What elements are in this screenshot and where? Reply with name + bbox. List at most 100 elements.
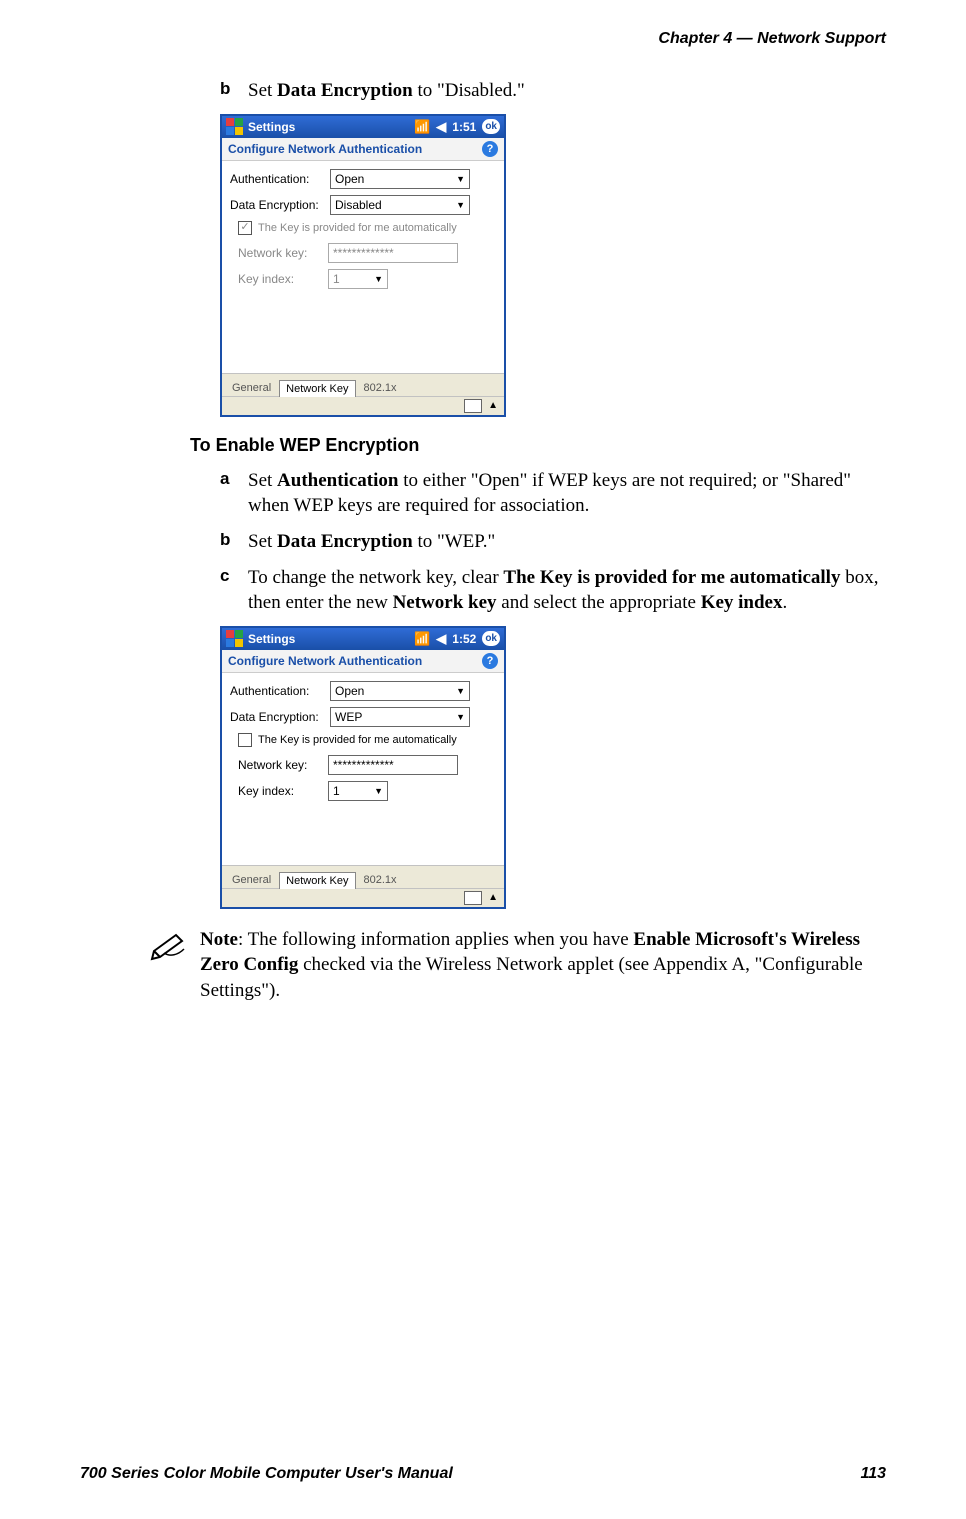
network-key-input[interactable]: ************* (328, 243, 458, 263)
screenshot-wep-encryption: Settings 📶 ◀ 1:52 ok Configure Network A… (220, 626, 506, 909)
keyboard-icon[interactable] (464, 891, 482, 905)
t: Set (248, 470, 277, 491)
screenshot-disabled-encryption: Settings 📶 ◀ 1:51 ok Configure Network A… (220, 114, 506, 417)
encryption-combo[interactable]: WEP ▼ (330, 707, 470, 727)
task-footer: ▲ (222, 396, 504, 415)
encryption-combo[interactable]: Disabled ▼ (330, 195, 470, 215)
key-index-combo[interactable]: 1▼ (328, 269, 388, 289)
auto-key-label: The Key is provided for me automatically (258, 222, 457, 234)
ok-button[interactable]: ok (482, 119, 500, 134)
authentication-label: Authentication: (230, 684, 330, 698)
help-icon[interactable]: ? (482, 653, 498, 669)
dialog-title: Configure Network Authentication ? (222, 138, 504, 161)
step-c: c To change the network key, clear The K… (220, 565, 886, 616)
chevron-down-icon: ▼ (456, 200, 465, 210)
tab-general[interactable]: General (226, 380, 277, 396)
auto-key-checkbox[interactable] (238, 221, 252, 235)
tab-8021x[interactable]: 802.1x (358, 872, 403, 888)
combo-value: Disabled (335, 198, 382, 212)
combo-value: 1 (333, 272, 340, 286)
window-title: Settings (248, 632, 414, 646)
step-marker: b (220, 78, 248, 104)
step-marker: a (220, 468, 248, 519)
tab-bar: General Network Key 802.1x (222, 373, 504, 396)
signal-icon: 📶 (414, 119, 430, 135)
step-text: Set Authentication to either "Open" if W… (248, 468, 886, 519)
chevron-down-icon: ▼ (374, 786, 383, 796)
network-key-label: Network key: (230, 758, 328, 772)
keyboard-icon[interactable] (464, 399, 482, 413)
t: to "Disabled." (413, 80, 525, 101)
step-text: To change the network key, clear The Key… (248, 565, 886, 616)
chevron-down-icon: ▼ (456, 686, 465, 696)
dialog-title-text: Configure Network Authentication (228, 654, 422, 668)
clock: 1:52 (452, 632, 476, 646)
key-index-label: Key index: (230, 272, 328, 286)
t: : The following information applies when… (238, 929, 633, 950)
help-icon[interactable]: ? (482, 141, 498, 157)
windows-flag-icon (226, 630, 244, 648)
b: Data Encryption (277, 80, 413, 101)
step-a: a Set Authentication to either "Open" if… (220, 468, 886, 519)
authentication-label: Authentication: (230, 172, 330, 186)
window-title: Settings (248, 120, 414, 134)
b: Note (200, 929, 238, 950)
authentication-combo[interactable]: Open ▼ (330, 169, 470, 189)
section-heading: To Enable WEP Encryption (190, 435, 886, 456)
t: checked via the Wireless Network applet … (200, 954, 863, 1001)
b: Key index (701, 592, 783, 613)
note-block: Note: The following information applies … (150, 927, 886, 1004)
t: Set (248, 531, 277, 552)
t: To change the network key, clear (248, 567, 503, 588)
chevron-down-icon: ▼ (456, 712, 465, 722)
t: . (783, 592, 788, 613)
chevron-down-icon: ▼ (374, 274, 383, 284)
tab-network-key[interactable]: Network Key (279, 380, 355, 397)
encryption-label: Data Encryption: (230, 710, 330, 724)
encryption-label: Data Encryption: (230, 198, 330, 212)
combo-value: WEP (335, 710, 362, 724)
windows-flag-icon (226, 118, 244, 136)
step-marker: c (220, 565, 248, 616)
combo-value: Open (335, 684, 364, 698)
b: Authentication (277, 470, 398, 491)
t: to "WEP." (413, 531, 496, 552)
b: Data Encryption (277, 531, 413, 552)
sip-up-icon[interactable]: ▲ (488, 892, 498, 903)
combo-value: 1 (333, 784, 340, 798)
tab-8021x[interactable]: 802.1x (358, 380, 403, 396)
note-icon (150, 927, 200, 1004)
speaker-icon: ◀ (436, 119, 446, 135)
ok-button[interactable]: ok (482, 631, 500, 646)
task-footer: ▲ (222, 888, 504, 907)
chevron-down-icon: ▼ (456, 174, 465, 184)
tab-bar: General Network Key 802.1x (222, 865, 504, 888)
network-key-input[interactable]: ************* (328, 755, 458, 775)
signal-icon: 📶 (414, 631, 430, 647)
window-titlebar: Settings 📶 ◀ 1:51 ok (222, 116, 504, 138)
network-key-label: Network key: (230, 246, 328, 260)
key-index-combo[interactable]: 1▼ (328, 781, 388, 801)
page-footer: 700 Series Color Mobile Computer User's … (80, 1465, 886, 1483)
key-index-label: Key index: (230, 784, 328, 798)
combo-value: Open (335, 172, 364, 186)
t: Set (248, 80, 277, 101)
dialog-title-text: Configure Network Authentication (228, 142, 422, 156)
tab-general[interactable]: General (226, 872, 277, 888)
step-b-top: b Set Data Encryption to "Disabled." (220, 78, 886, 104)
sip-up-icon[interactable]: ▲ (488, 400, 498, 411)
step-marker: b (220, 529, 248, 555)
step-b: b Set Data Encryption to "WEP." (220, 529, 886, 555)
auto-key-label: The Key is provided for me automatically (258, 734, 457, 746)
footer-page-number: 113 (860, 1465, 886, 1483)
tab-network-key[interactable]: Network Key (279, 872, 355, 889)
authentication-combo[interactable]: Open ▼ (330, 681, 470, 701)
footer-left: 700 Series Color Mobile Computer User's … (80, 1465, 453, 1483)
speaker-icon: ◀ (436, 631, 446, 647)
note-text: Note: The following information applies … (200, 927, 886, 1004)
t: and select the appropriate (497, 592, 701, 613)
step-text: Set Data Encryption to "WEP." (248, 529, 886, 555)
auto-key-checkbox[interactable] (238, 733, 252, 747)
dialog-title: Configure Network Authentication ? (222, 650, 504, 673)
b: The Key is provided for me automatically (503, 567, 840, 588)
